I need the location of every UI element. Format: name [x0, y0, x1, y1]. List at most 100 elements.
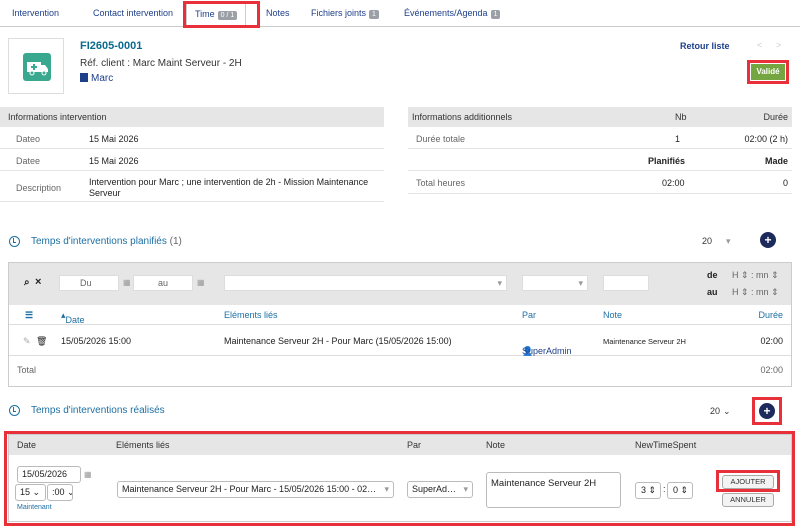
tab-count-badge: 0 / 1 [217, 11, 238, 20]
placeholder: mn [756, 287, 769, 297]
additional-row-duree-totale: Durée totale 1 02:00 (2 h) [408, 128, 792, 149]
done-page-size-select[interactable]: 20 ⌄ [710, 406, 731, 417]
row-value: 15 Mai 2026 [89, 134, 139, 144]
date-to-input[interactable]: au [133, 275, 193, 291]
au-label: au [707, 287, 718, 297]
input-value: 0 [672, 485, 678, 495]
date-input[interactable]: 15/05/2026 [17, 466, 81, 483]
select-value: 20 [702, 236, 713, 246]
cancel-button[interactable]: ANNULER [722, 493, 774, 507]
clock-icon [9, 405, 20, 416]
col-newtime: NewTimeSpent [635, 440, 697, 450]
tab-count-badge: 1 [490, 10, 501, 19]
tab-intervention[interactable]: Intervention [12, 8, 59, 18]
chevron-down-icon: ▾ [384, 484, 389, 494]
hour-to-input[interactable]: H ⇕ : mn ⇕ [732, 287, 779, 298]
par-select[interactable]: SuperAd… ▾ [407, 481, 473, 498]
cell-note: Maintenance Serveur 2H [603, 337, 686, 346]
col-par[interactable]: Par [522, 310, 536, 320]
form-columns: Date Eléments liés Par Note NewTimeSpent [9, 435, 791, 455]
par-filter-select[interactable]: ▾ [522, 275, 588, 291]
calendar-icon[interactable]: ▦ [123, 278, 131, 287]
client-ref: Réf. client : Marc Maint Serveur - 2H [80, 58, 242, 69]
select-value: Maintenance Serveur 2H - Pour Marc - 15/… [122, 484, 377, 494]
status-badge: Validé [751, 64, 785, 80]
add-button[interactable]: AJOUTER [722, 475, 774, 489]
tab-contact-intervention[interactable]: Contact intervention [93, 8, 173, 18]
hour-select[interactable]: 15 ⌄ [15, 484, 46, 501]
note-filter-input[interactable] [603, 275, 649, 291]
intervention-ref: FI2605-0001 [80, 40, 143, 52]
calendar-icon[interactable]: ▦ [197, 278, 205, 287]
search-icon[interactable]: ⌕ [24, 277, 30, 288]
tab-label: Time [195, 9, 215, 19]
intervention-logo [8, 38, 64, 94]
tab-evenements-agenda[interactable]: Événements/Agenda 1 [404, 8, 501, 19]
elements-select[interactable]: Maintenance Serveur 2H - Pour Marc - 15/… [117, 481, 394, 498]
de-label: de [707, 270, 718, 280]
info-header: Informations intervention [0, 107, 384, 127]
additional-header: Informations additionnels Nb Durée [408, 107, 792, 127]
minute-select[interactable]: :00 ⌄ [47, 484, 73, 501]
tab-notes[interactable]: Notes [266, 8, 290, 18]
planned-table: ⌕ × Du ▦ au ▦ ▾ ▾ de au H ⇕ : mn ⇕ H ⇕ :… [8, 262, 792, 387]
section-title: Temps d'interventions planifiés [31, 236, 167, 247]
col-date[interactable]: ▴ Date [61, 310, 85, 325]
add-planned-button[interactable]: + [760, 232, 776, 248]
col-elements: Eléments liés [116, 440, 170, 450]
note-textarea[interactable]: Maintenance Serveur 2H [486, 472, 621, 508]
tab-count-badge: 1 [369, 10, 379, 19]
spent-minutes-input[interactable]: 0 ⇕ [667, 482, 693, 499]
col-duree[interactable]: Durée [758, 310, 783, 320]
col-elements[interactable]: Eléments liés [224, 310, 278, 320]
row-value: 1 [675, 134, 681, 144]
client-link[interactable]: Marc [80, 73, 113, 84]
row-value: 15 Mai 2026 [89, 156, 139, 166]
prev-record-button[interactable]: < [757, 40, 762, 50]
additional-row-subheaders: Planifiés Made [408, 150, 792, 171]
filter-row: ⌕ × Du ▦ au ▦ ▾ ▾ de au H ⇕ : mn ⇕ H ⇕ :… [9, 263, 791, 305]
tab-label: Intervention [12, 8, 60, 18]
next-record-button[interactable]: > [776, 40, 781, 50]
tab-bar: Intervention Contact intervention Time 0 … [0, 0, 800, 28]
info-row-datee: Datee 15 Mai 2026 [0, 150, 384, 171]
select-value: :00 [52, 487, 65, 497]
chevron-down-icon: ⌄ [723, 406, 731, 416]
trash-icon[interactable]: 🗑 [36, 336, 47, 347]
add-done-button[interactable]: + [759, 403, 775, 419]
ambulance-icon [23, 53, 51, 81]
spent-hours-input[interactable]: 3 ⇕ [635, 482, 661, 499]
col-duree: Durée [763, 112, 788, 122]
col-note[interactable]: Note [603, 310, 622, 320]
cell-elements[interactable]: Maintenance Serveur 2H - Pour Marc (15/0… [224, 336, 452, 346]
back-to-list-link[interactable]: Retour liste [680, 41, 730, 51]
row-label: Dateo [16, 134, 41, 144]
clear-filter-icon[interactable]: × [35, 276, 41, 288]
total-row: Total 02:00 [9, 357, 791, 385]
row-label: Description [16, 183, 62, 193]
now-link[interactable]: Maintenant [17, 504, 52, 511]
placeholder: H [732, 270, 739, 280]
tab-label: Notes [266, 8, 290, 18]
placeholder: mn [756, 270, 769, 280]
calendar-icon[interactable]: ▦ [84, 470, 92, 479]
edit-icon[interactable]: ✎ [23, 336, 31, 347]
elements-filter-select[interactable]: ▾ [224, 275, 507, 291]
new-time-form: Date Eléments liés Par Note NewTimeSpent… [8, 434, 792, 522]
table-row: ✎ 🗑 15/05/2026 15:00 Maintenance Serveur… [9, 326, 791, 356]
hour-from-input[interactable]: H ⇕ : mn ⇕ [732, 270, 779, 281]
planned-page-size-select[interactable]: 20 ▾ [702, 236, 731, 247]
tab-fichiers-joints[interactable]: Fichiers joints 1 [311, 8, 379, 19]
tab-time[interactable]: Time 0 / 1 [186, 3, 247, 28]
user-name: SuperAdmin [522, 346, 572, 356]
tab-label: Contact intervention [93, 8, 174, 18]
chevron-down-icon: ▾ [463, 484, 468, 494]
tab-label: Fichiers joints [311, 8, 367, 18]
col-made: Made [764, 156, 788, 166]
section-count: (1) [169, 236, 182, 247]
list-icon[interactable]: ☰ [25, 310, 33, 321]
total-label: Total [17, 365, 37, 375]
cell-date: 15/05/2026 15:00 [61, 336, 132, 346]
row-value: Intervention pour Marc ; une interventio… [89, 177, 369, 198]
date-from-input[interactable]: Du [59, 275, 119, 291]
